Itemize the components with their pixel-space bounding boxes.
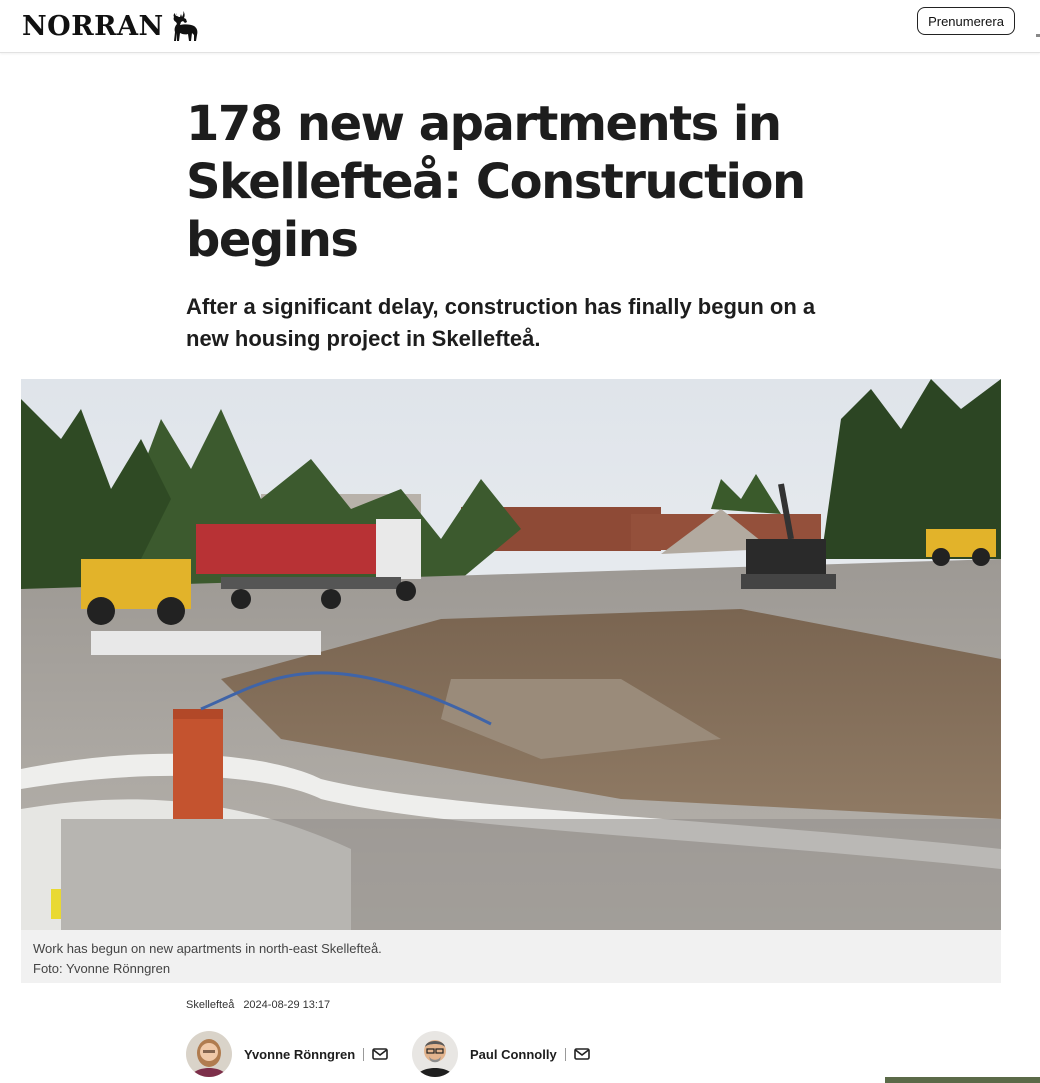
avatar xyxy=(412,1031,458,1077)
byline-divider xyxy=(363,1047,365,1061)
mail-icon[interactable] xyxy=(372,1048,389,1060)
author-name[interactable]: Yvonne Rönngren xyxy=(244,1047,355,1062)
author-byline[interactable]: Paul Connolly xyxy=(412,1031,590,1077)
author-byline[interactable]: Yvonne Rönngren xyxy=(186,1031,389,1077)
logo-wordmark: NORRAN xyxy=(22,10,164,42)
site-logo[interactable]: NORRAN xyxy=(22,6,202,46)
article-location[interactable]: Skellefteå xyxy=(186,999,234,1011)
scroll-edge-marker xyxy=(1036,34,1040,37)
author-name[interactable]: Paul Connolly xyxy=(470,1047,557,1062)
photo-credit: Foto: Yvonne Rönngren xyxy=(33,961,171,976)
subscribe-button[interactable]: Prenumerera xyxy=(917,7,1015,35)
bottom-banner-edge xyxy=(885,1077,1040,1083)
article-timestamp: 2024-08-29 13:17 xyxy=(243,999,331,1011)
article-meta: Skellefteå 2024-08-29 13:17 xyxy=(186,999,330,1011)
photo-caption: Work has begun on new apartments in nort… xyxy=(21,930,1001,983)
mail-icon[interactable] xyxy=(573,1048,590,1060)
avatar xyxy=(186,1031,232,1077)
article-lede: After a significant delay, construction … xyxy=(186,294,816,351)
article-headline: 178 new apartments in Skellefteå: Constr… xyxy=(186,96,806,268)
caption-text: Work has begun on new apartments in nort… xyxy=(33,941,382,956)
byline-divider xyxy=(564,1047,566,1061)
moose-icon xyxy=(173,11,198,41)
site-header: NORRAN Prenumerera xyxy=(0,0,1040,53)
article-photo[interactable] xyxy=(21,379,1001,930)
